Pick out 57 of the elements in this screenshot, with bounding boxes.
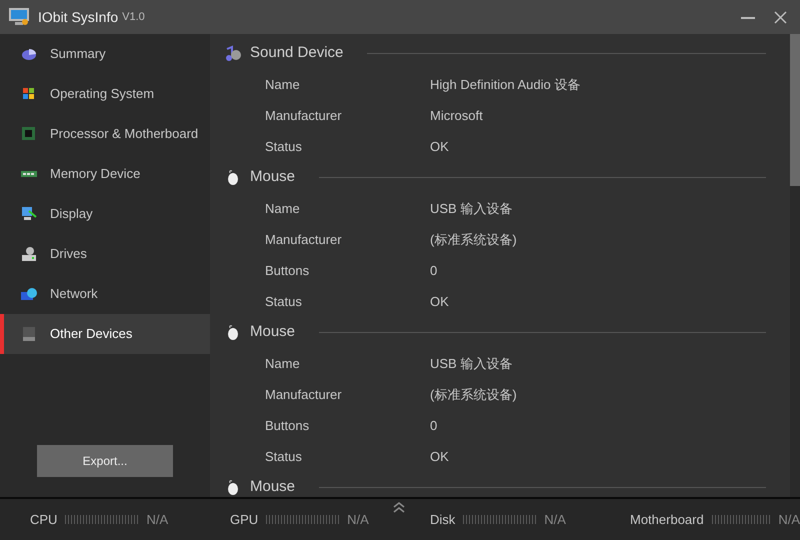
sidebar-item[interactable]: Operating System	[0, 74, 210, 114]
property-label: Name	[264, 200, 301, 218]
app-title: IObit SysInfo	[38, 8, 118, 27]
monitor-label: Motherboard	[630, 510, 704, 529]
property-value: Microsoft	[430, 106, 483, 125]
drive-icon	[20, 245, 38, 263]
scrollbar[interactable]	[790, 34, 800, 497]
property-label: Status	[264, 138, 303, 156]
monitor-label: GPU	[230, 510, 258, 529]
network-icon	[20, 285, 38, 303]
property-value: 0	[430, 262, 438, 280]
chip-icon	[20, 125, 38, 143]
version-label: V1.0	[122, 10, 145, 25]
app-logo-icon	[8, 7, 30, 27]
meter-reading: N/A	[544, 510, 566, 529]
property-value: OK	[430, 292, 449, 311]
property-value: USB 输入设备	[430, 354, 512, 373]
speaker-icon	[224, 44, 242, 62]
sidebar-item[interactable]: Network	[0, 274, 210, 314]
sidebar-item[interactable]: Processor & Motherboard	[0, 114, 210, 154]
property-label: Manufacturer	[264, 230, 343, 249]
meter-reading: N/A	[146, 510, 168, 529]
property-label: Manufacturer	[264, 106, 343, 125]
property-value: USB 输入设备	[430, 200, 512, 218]
sidebar-item[interactable]: Summary	[0, 34, 210, 74]
property-value: 0	[430, 416, 438, 435]
device-icon	[20, 325, 38, 343]
property-value: (标准系统设备)	[430, 386, 517, 404]
monitor-label: Disk	[430, 510, 456, 529]
section-heading: Mouse	[250, 167, 296, 188]
property-label: Buttons	[264, 262, 310, 280]
property-label: Buttons	[264, 416, 310, 435]
sidebar-item[interactable]: Drives	[0, 234, 210, 274]
close-icon	[774, 10, 786, 24]
property-label: Name	[264, 354, 301, 373]
monitor-icon	[20, 205, 38, 223]
meter-reading: N/A	[778, 510, 800, 529]
monitor-label: CPU	[30, 510, 58, 529]
export-button[interactable]: Export...	[37, 445, 173, 477]
property-value: OK	[430, 448, 449, 466]
sidebar-item[interactable]: Display	[0, 194, 210, 234]
sidebar-item[interactable]: Memory Device	[0, 154, 210, 194]
property-label: Manufacturer	[264, 386, 343, 404]
property-label: Status	[264, 448, 303, 466]
section-heading: Sound Device	[250, 43, 344, 64]
property-value: OK	[430, 138, 449, 156]
minimize-icon	[741, 16, 755, 18]
property-label: Status	[264, 292, 303, 311]
sidebar-item[interactable]: Other Devices	[0, 314, 210, 354]
scroll-thumb[interactable]	[790, 34, 800, 186]
property-value: (标准系统设备)	[430, 230, 517, 249]
section-heading: Mouse	[250, 322, 296, 342]
section-heading: Mouse	[250, 477, 296, 497]
property-label: Name	[264, 76, 301, 94]
meter-reading: N/A	[347, 510, 369, 529]
property-value: High Definition Audio 设备	[430, 76, 580, 94]
collapse-icon[interactable]	[392, 501, 406, 513]
